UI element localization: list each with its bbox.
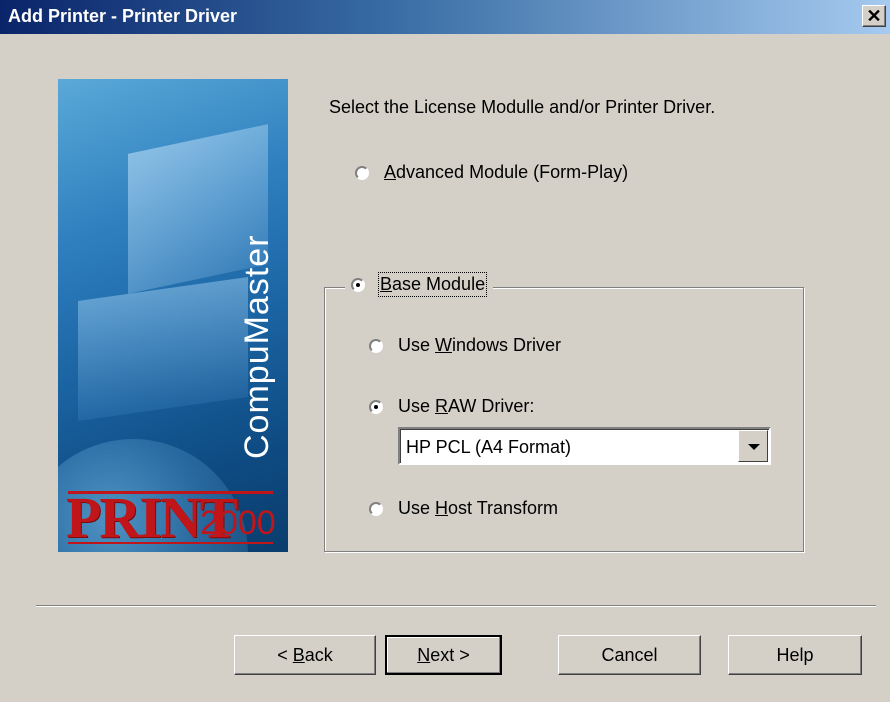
title-bar: Add Printer - Printer Driver ✕ [0, 0, 890, 34]
radio-label: Use Host Transform [398, 498, 559, 518]
brand-logo: CompuMaster [238, 234, 276, 459]
radio-button-icon [369, 399, 383, 414]
back-button[interactable]: < Back [234, 635, 376, 675]
compumaster-banner-image: CompuMaster PRINT 2000 [58, 79, 288, 552]
radio-label: Use Windows Driver [398, 335, 562, 355]
close-button[interactable]: ✕ [862, 5, 886, 27]
window-title: Add Printer - Printer Driver [8, 6, 238, 26]
footer-separator [36, 605, 876, 607]
radio-use-host-transform[interactable]: Use Host Transform [369, 498, 558, 519]
chevron-down-icon [748, 444, 760, 450]
dropdown-button[interactable] [738, 430, 768, 462]
radio-advanced-module[interactable]: Advanced Module (Form-Play) [355, 162, 628, 183]
radio-button-icon [369, 501, 383, 516]
radio-label: Advanced Module (Form-Play) [384, 162, 629, 182]
printer-graphic [78, 277, 248, 421]
close-icon: ✕ [866, 6, 882, 26]
radio-use-windows-driver[interactable]: Use Windows Driver [369, 335, 561, 356]
next-button[interactable]: Next > [385, 635, 502, 675]
logo-rule-bottom [68, 542, 273, 544]
radio-button-icon [351, 277, 365, 292]
print-logo-number: 2000 [200, 504, 276, 542]
raw-driver-select[interactable]: HP PCL (A4 Format) [398, 427, 771, 465]
radio-use-raw-driver[interactable]: Use RAW Driver: [369, 396, 534, 417]
radio-label: Base Module [377, 272, 488, 297]
instruction-text: Select the License Modulle and/or Printe… [329, 97, 716, 117]
radio-label: Use RAW Driver: [398, 396, 535, 416]
radio-base-module[interactable]: Base Module [345, 272, 494, 297]
radio-button-icon [369, 338, 383, 353]
cancel-button[interactable]: Cancel [558, 635, 701, 675]
raw-driver-select-value: HP PCL (A4 Format) [406, 437, 572, 457]
radio-button-icon [355, 165, 369, 180]
help-button[interactable]: Help [728, 635, 862, 675]
